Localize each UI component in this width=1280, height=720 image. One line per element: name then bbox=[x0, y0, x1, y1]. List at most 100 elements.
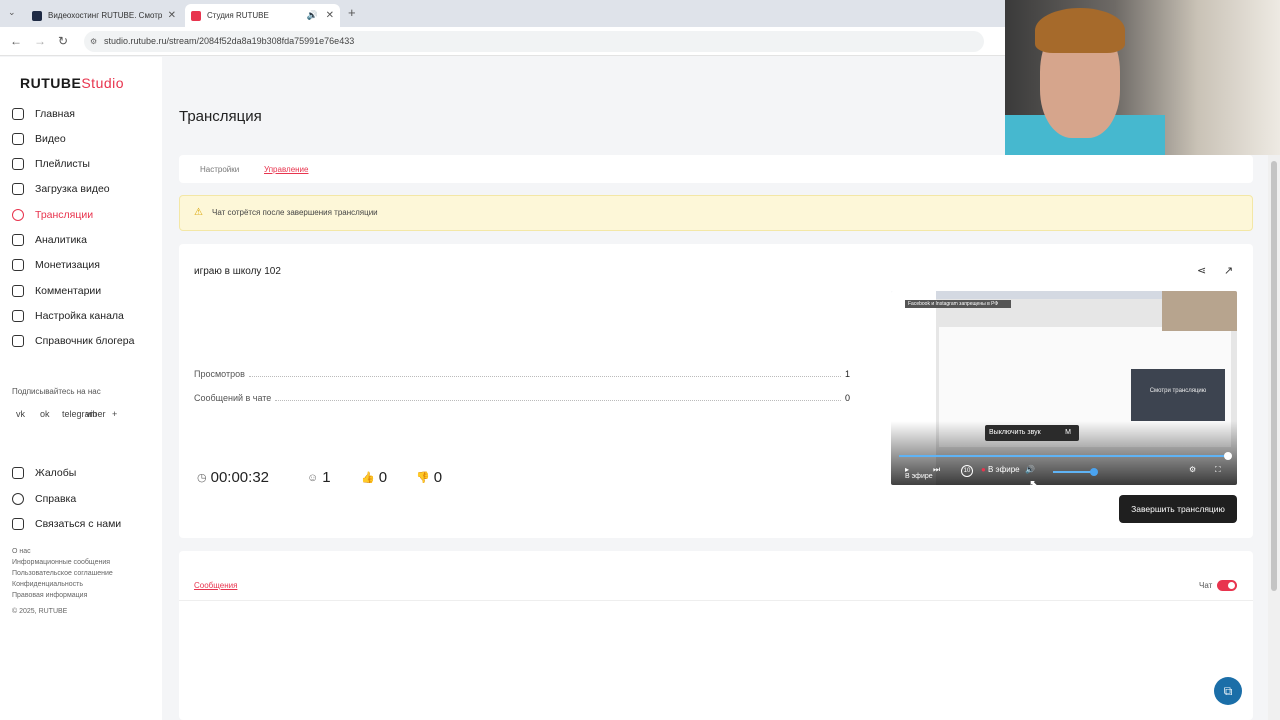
stream-likes: 👍 0 bbox=[361, 469, 387, 486]
sidebar-item-label: Аналитика bbox=[35, 234, 87, 246]
tab-management[interactable]: Управление bbox=[264, 165, 308, 174]
footer-link-agreement[interactable]: Пользовательское соглашение bbox=[12, 570, 113, 577]
footer-link-legal[interactable]: Правовая информация bbox=[12, 592, 87, 599]
sidebar-item-home[interactable]: Главная bbox=[12, 104, 162, 124]
url-text: studio.rutube.ru/stream/2084f52da8a19b30… bbox=[104, 36, 355, 46]
site-info-icon[interactable]: ⚙ bbox=[90, 31, 97, 52]
mail-icon bbox=[12, 518, 24, 530]
stat-label: Сообщений в чате bbox=[194, 393, 272, 403]
tab-title: Студия RUTUBE bbox=[207, 11, 269, 20]
stream-title: играю в школу 102 bbox=[194, 266, 281, 277]
sidebar: RUTUBEStudio Главная Видео Плейлисты Заг… bbox=[0, 57, 162, 720]
player-progress-bar[interactable] bbox=[899, 452, 1232, 460]
thumb-up-icon: 👍 bbox=[361, 472, 375, 484]
ok-icon[interactable]: ok bbox=[40, 409, 50, 419]
sidebar-item-monetization[interactable]: Монетизация bbox=[12, 255, 162, 275]
settings-icon bbox=[12, 310, 24, 322]
page-scrollbar[interactable] bbox=[1268, 155, 1280, 720]
duration-value: 00:00:32 bbox=[210, 469, 269, 486]
volume-slider[interactable] bbox=[1053, 468, 1098, 476]
close-tab-icon[interactable]: ✕ bbox=[326, 10, 334, 21]
sidebar-item-label: Видео bbox=[35, 133, 66, 145]
scrollbar-thumb[interactable] bbox=[1271, 161, 1277, 591]
rewind-icon[interactable]: 10 bbox=[961, 465, 973, 477]
sidebar-item-broadcasts[interactable]: Трансляции bbox=[12, 205, 162, 225]
handbook-icon bbox=[12, 335, 24, 347]
open-external-icon[interactable]: ↗ bbox=[1224, 264, 1233, 277]
sidebar-item-complaints[interactable]: Жалобы bbox=[12, 463, 162, 483]
fullscreen-icon[interactable]: ⛶ bbox=[1215, 465, 1221, 475]
footer-link-about[interactable]: О нас bbox=[12, 548, 31, 555]
chat-toggle[interactable] bbox=[1217, 580, 1237, 591]
stream-duration: ◷ 00:00:32 bbox=[197, 469, 269, 486]
support-chat-button[interactable]: ⧉ bbox=[1214, 677, 1242, 705]
stat-views: Просмотров 1 bbox=[194, 369, 850, 379]
preview-panel: Смотри трансляцию bbox=[1131, 369, 1225, 421]
dotted-leader bbox=[248, 371, 841, 377]
sidebar-item-playlists[interactable]: Плейлисты bbox=[12, 154, 162, 174]
analytics-icon bbox=[12, 234, 24, 246]
sidebar-item-label: Трансляции bbox=[35, 209, 94, 221]
browser-tab-studio[interactable]: Студия RUTUBE 🔊 ✕ bbox=[185, 4, 340, 27]
progress-knob[interactable] bbox=[1224, 452, 1232, 460]
tab-settings[interactable]: Настройки bbox=[200, 165, 239, 174]
close-tab-icon[interactable]: ✕ bbox=[168, 10, 176, 21]
webcam-hair bbox=[1035, 8, 1125, 53]
stream-dislikes: 👎 0 bbox=[416, 469, 442, 486]
main-content: Трансляция Настройки Управление ⚠ Чат со… bbox=[162, 57, 1268, 720]
stat-value: 1 bbox=[844, 369, 850, 379]
preview-webcam bbox=[1162, 291, 1237, 331]
forward-icon[interactable]: → bbox=[34, 34, 46, 48]
page-title: Трансляция bbox=[179, 108, 262, 125]
live-label: В эфире bbox=[988, 465, 1020, 474]
sidebar-item-handbook[interactable]: Справочник блогера bbox=[12, 331, 162, 351]
browser-tab-rutube[interactable]: Видеохостинг RUTUBE. Смотр ✕ bbox=[26, 4, 182, 27]
vk-icon[interactable]: vk bbox=[16, 409, 25, 419]
page-tabs: Настройки Управление bbox=[179, 155, 1253, 183]
sidebar-item-label: Настройка канала bbox=[35, 310, 124, 322]
sidebar-item-label: Монетизация bbox=[35, 259, 100, 271]
more-social-icon[interactable]: + bbox=[112, 409, 117, 419]
back-icon[interactable]: ← bbox=[10, 34, 22, 48]
skip-icon[interactable]: ⏭ bbox=[933, 465, 940, 475]
settings-gear-icon[interactable]: ⚙ bbox=[1189, 465, 1196, 474]
copyright: © 2025, RUTUBE bbox=[12, 608, 68, 615]
viewers-value: 1 bbox=[322, 469, 331, 486]
broadcast-icon bbox=[12, 209, 24, 221]
likes-value: 0 bbox=[378, 469, 388, 486]
rutube-studio-logo[interactable]: RUTUBEStudio bbox=[20, 75, 124, 91]
viber-icon[interactable]: viber bbox=[86, 409, 106, 419]
player-controls: ▸ ⏭ 10 ● В эфире 🔊 ⚙ ⛶ bbox=[891, 465, 1237, 481]
sidebar-item-upload[interactable]: Загрузка видео bbox=[12, 179, 162, 199]
footer-link-info[interactable]: Информационные сообщения bbox=[12, 559, 110, 566]
tab-list-icon[interactable]: ⌄ bbox=[8, 7, 16, 18]
sidebar-item-label: Связаться с нами bbox=[35, 518, 122, 530]
stream-preview-player[interactable]: Facebook и Instagram запрещены в РФ Смот… bbox=[891, 291, 1237, 485]
sidebar-item-channel-settings[interactable]: Настройка канала bbox=[12, 306, 162, 326]
volume-knob[interactable] bbox=[1090, 468, 1098, 476]
share-icon[interactable]: ⋖ bbox=[1197, 264, 1206, 277]
sidebar-item-label: Плейлисты bbox=[35, 158, 90, 170]
end-stream-button[interactable]: Завершить трансляцию bbox=[1119, 495, 1237, 523]
sidebar-item-label: Загрузка видео bbox=[35, 183, 110, 195]
subscribe-label: Подписывайтесь на нас bbox=[12, 387, 101, 396]
sidebar-item-video[interactable]: Видео bbox=[12, 129, 162, 149]
sidebar-item-analytics[interactable]: Аналитика bbox=[12, 230, 162, 250]
studio-favicon-icon bbox=[191, 10, 201, 21]
sidebar-item-label: Комментарии bbox=[35, 285, 102, 297]
comments-icon bbox=[12, 285, 24, 297]
home-icon bbox=[12, 108, 24, 120]
sidebar-item-comments[interactable]: Комментарии bbox=[12, 281, 162, 301]
stream-viewers: ☺ 1 bbox=[307, 469, 331, 486]
tab-messages[interactable]: Сообщения bbox=[194, 581, 237, 590]
flag-icon bbox=[12, 467, 24, 479]
audio-playing-icon[interactable]: 🔊 bbox=[307, 10, 318, 21]
thumb-down-icon: 👎 bbox=[416, 472, 430, 484]
footer-link-privacy[interactable]: Конфиденциальность bbox=[12, 581, 83, 588]
sidebar-item-contact[interactable]: Связаться с нами bbox=[12, 514, 162, 534]
url-field[interactable]: ⚙ studio.rutube.ru/stream/2084f52da8a19b… bbox=[84, 31, 984, 52]
reload-icon[interactable]: ↻ bbox=[58, 34, 68, 48]
new-tab-button[interactable]: + bbox=[348, 5, 356, 20]
volume-icon[interactable]: 🔊 bbox=[1025, 465, 1035, 474]
sidebar-item-help[interactable]: Справка bbox=[12, 489, 162, 509]
